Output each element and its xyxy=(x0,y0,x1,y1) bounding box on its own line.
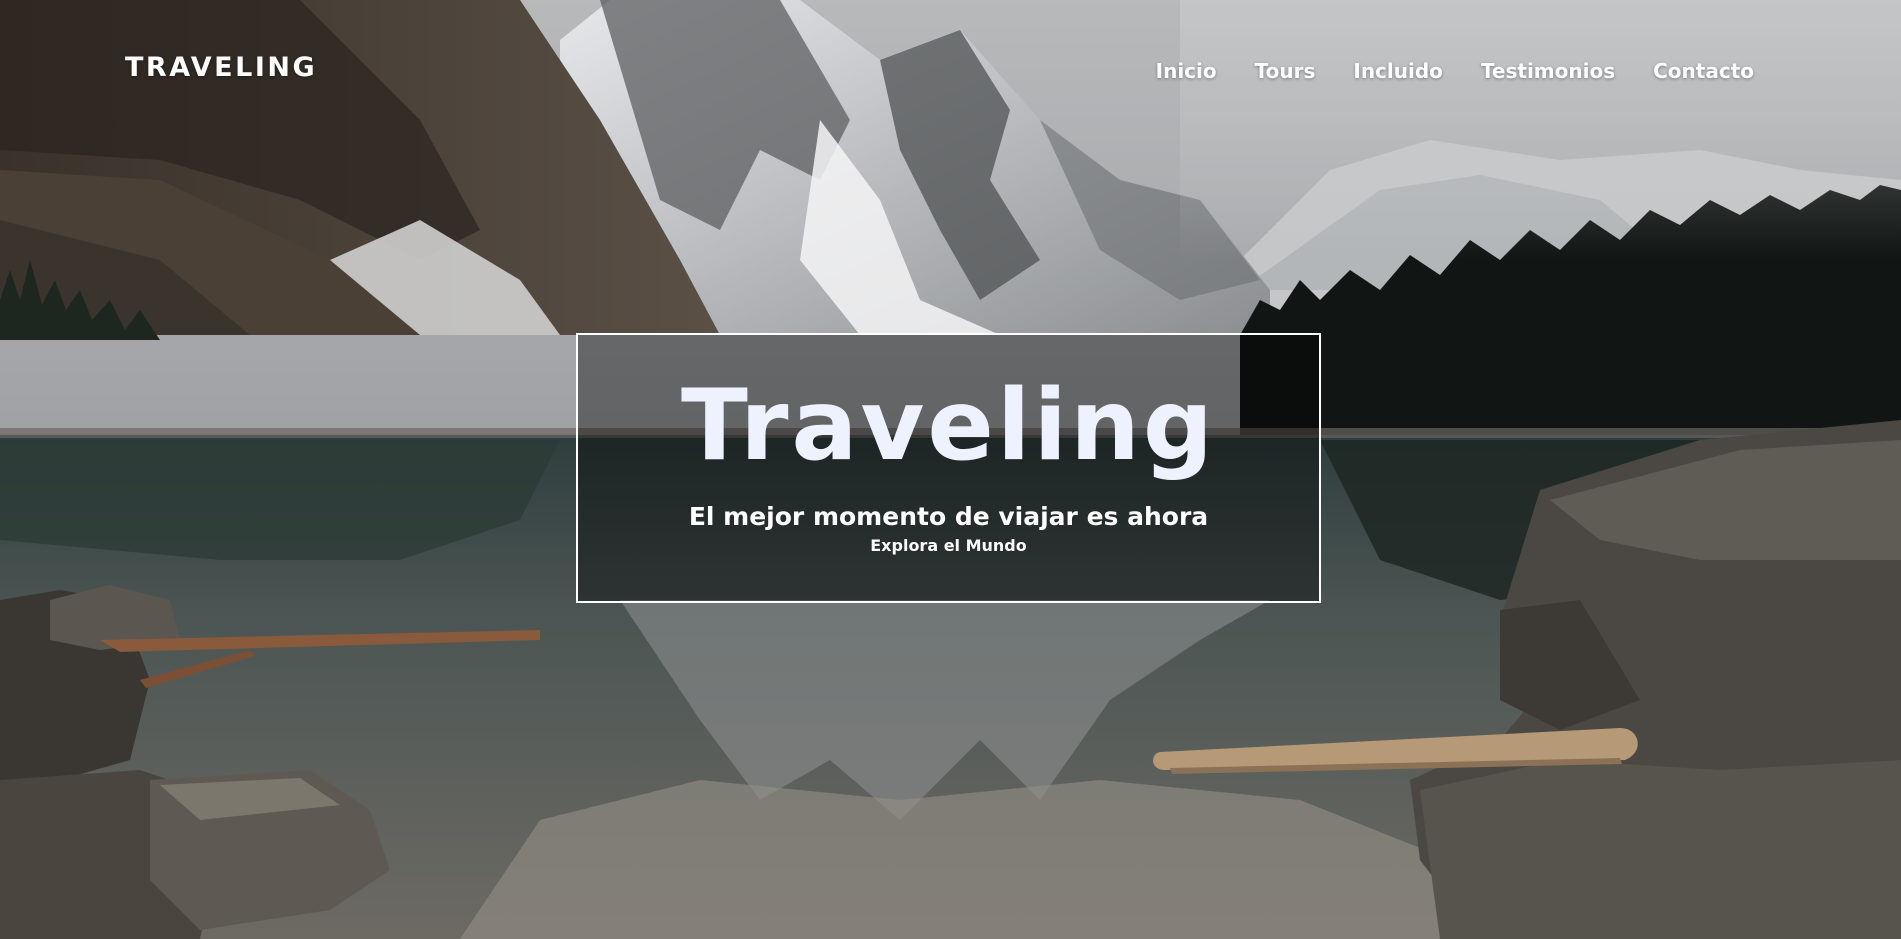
nav-item-contacto: Contacto xyxy=(1653,59,1754,83)
nav-item-incluido: Incluido xyxy=(1353,59,1443,83)
hero-section: TRAVELING Inicio Tours Incluido Testimon… xyxy=(0,0,1901,939)
hero-title: Traveling xyxy=(681,369,1216,483)
nav-link-inicio[interactable]: Inicio xyxy=(1156,59,1217,83)
nav-item-tours: Tours xyxy=(1255,59,1316,83)
nav-link-incluido[interactable]: Incluido xyxy=(1353,59,1443,83)
nav-item-testimonios: Testimonios xyxy=(1481,59,1615,83)
nav-item-inicio: Inicio xyxy=(1156,59,1217,83)
navbar: TRAVELING Inicio Tours Incluido Testimon… xyxy=(0,0,1901,140)
nav-menu: Inicio Tours Incluido Testimonios Contac… xyxy=(1156,59,1754,83)
nav-link-contacto[interactable]: Contacto xyxy=(1653,59,1754,83)
hero-tagline: Explora el Mundo xyxy=(870,535,1027,555)
hero-subtitle: El mejor momento de viajar es ahora xyxy=(688,502,1209,531)
nav-link-testimonios[interactable]: Testimonios xyxy=(1481,59,1615,83)
brand-logo[interactable]: TRAVELING xyxy=(125,52,317,83)
nav-link-tours[interactable]: Tours xyxy=(1255,59,1316,83)
hero-title-box: Traveling El mejor momento de viajar es … xyxy=(576,333,1321,603)
